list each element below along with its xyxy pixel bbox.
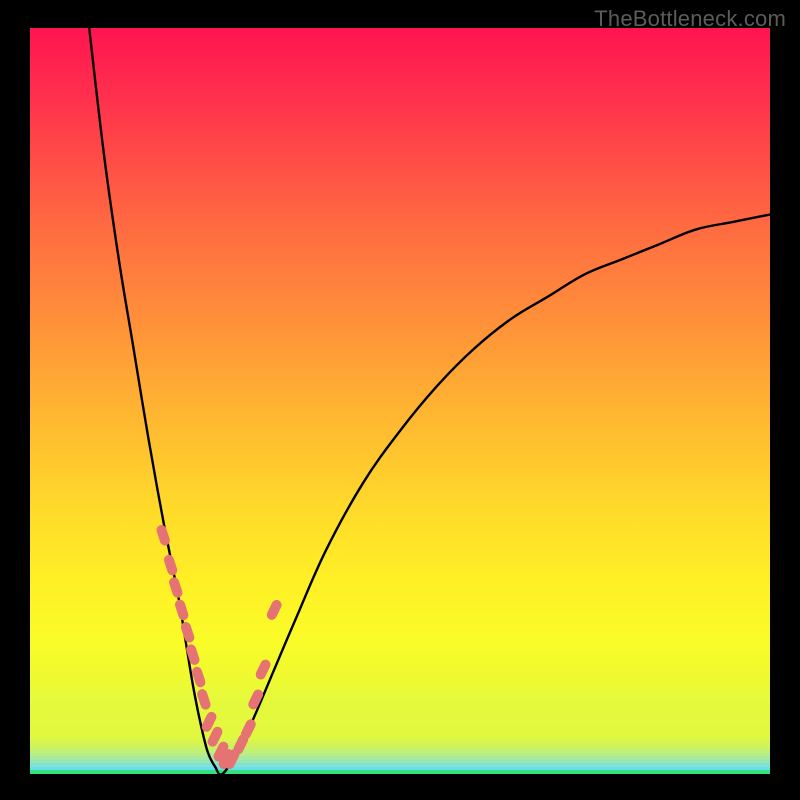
watermark-text: TheBottleneck.com — [594, 6, 786, 32]
curve-marker — [197, 672, 200, 682]
curve-marker — [174, 582, 177, 592]
curve-marker — [186, 627, 189, 637]
curve-marker — [213, 732, 218, 742]
curve-markers — [162, 530, 277, 764]
curve-layer — [30, 28, 770, 774]
curve-marker — [162, 530, 165, 540]
curve-marker — [253, 694, 258, 704]
curve-marker — [238, 739, 243, 749]
curve-marker — [246, 724, 251, 734]
curve-marker — [272, 605, 277, 615]
curve-marker — [191, 649, 194, 659]
curve-marker — [207, 717, 212, 727]
plot-area — [30, 28, 770, 774]
curve-marker — [169, 560, 172, 570]
curve-marker — [202, 694, 205, 704]
curve-marker — [230, 754, 235, 764]
curve-marker — [261, 665, 266, 675]
chart-stage: TheBottleneck.com — [0, 0, 800, 800]
curve-marker — [180, 605, 183, 615]
